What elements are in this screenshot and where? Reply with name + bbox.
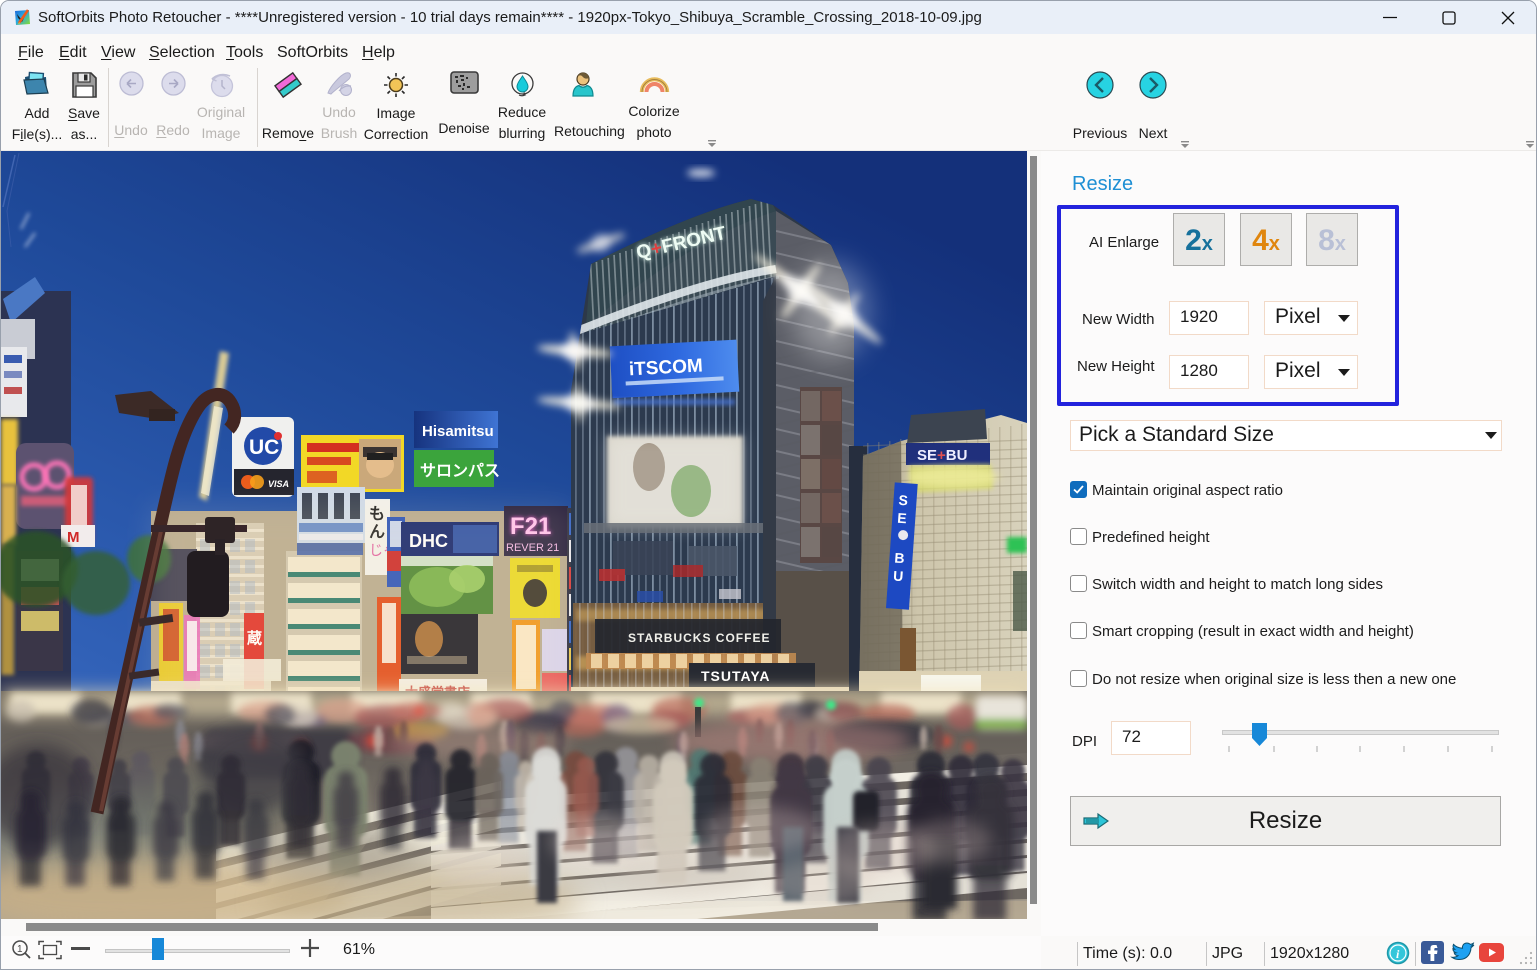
svg-text:S: S <box>898 492 908 509</box>
svg-text:E: E <box>897 510 907 527</box>
svg-text:iTSCOM: iTSCOM <box>628 356 703 381</box>
svg-text:1: 1 <box>17 944 23 955</box>
svg-text:B: B <box>894 550 905 567</box>
svg-text:UC: UC <box>249 436 279 459</box>
svg-text:STARBUCKS COFFEE: STARBUCKS COFFEE <box>628 631 770 645</box>
svg-text:M: M <box>67 529 80 546</box>
svg-text:Hisamitsu: Hisamitsu <box>422 423 494 440</box>
svg-text:VISA: VISA <box>268 479 289 489</box>
svg-text:TSUTAYA: TSUTAYA <box>701 668 771 684</box>
svg-text:U: U <box>893 568 904 585</box>
svg-text:SE+BU: SE+BU <box>917 447 967 464</box>
svg-text:サロンパス: サロンパス <box>420 462 500 480</box>
